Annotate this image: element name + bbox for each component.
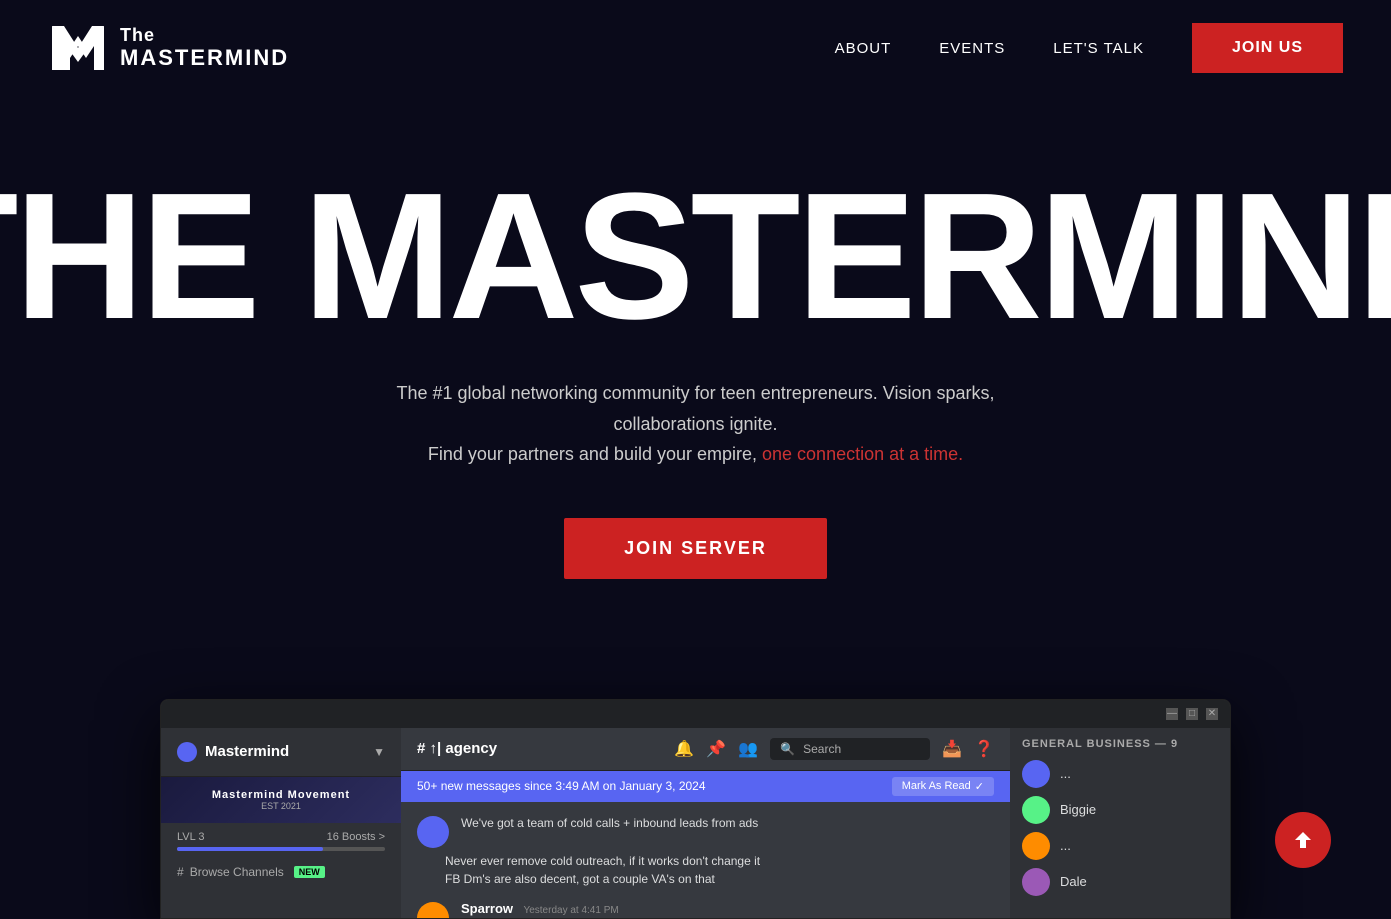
browse-channels-row[interactable]: # Browse Channels NEW	[161, 859, 401, 885]
hero-subtitle: The #1 global networking community for t…	[356, 378, 1036, 470]
server-banner-title: Mastermind Movement	[177, 789, 385, 801]
server-name: Mastermind	[205, 743, 289, 760]
discord-body: Mastermind ▼ Mastermind Movement EST 202…	[161, 728, 1230, 918]
discord-members: GENERAL BUSINESS — 9 ... Biggie ... Dale	[1010, 728, 1230, 918]
avatar	[1022, 868, 1050, 896]
discord-preview: — □ ✕ Mastermind ▼ Mastermind Movement E…	[0, 699, 1391, 919]
hero-title: THE MASTERMIND	[0, 176, 1391, 338]
server-header[interactable]: Mastermind ▼	[161, 728, 401, 777]
member-row: ...	[1010, 756, 1230, 792]
help-icon[interactable]: ❓	[974, 739, 994, 759]
search-label: Search	[803, 742, 841, 756]
members-icon[interactable]: 👥	[738, 739, 758, 759]
new-messages-text: 50+ new messages since 3:49 AM on Januar…	[417, 779, 706, 793]
discord-titlebar: — □ ✕	[161, 700, 1230, 728]
search-icon: 🔍	[780, 742, 795, 756]
hash-icon: #	[177, 865, 184, 879]
message-indent-2: FB Dm's are also decent, got a couple VA…	[401, 870, 1010, 888]
server-icon	[177, 742, 197, 762]
member-name: Dale	[1060, 874, 1087, 889]
message-indent: Never ever remove cold outreach, if it w…	[401, 852, 1010, 870]
message-author: Sparrow	[461, 901, 513, 916]
channel-icons: 🔔 📌 👥 🔍 Search 📥 ❓	[674, 738, 994, 760]
message-content: We've got a team of cold calls + inbound…	[461, 814, 994, 832]
scroll-to-top-button[interactable]	[1275, 812, 1331, 868]
logo-icon	[48, 18, 108, 78]
chat-area: 50+ new messages since 3:49 AM on Januar…	[401, 771, 1010, 918]
chat-message-sparrow: Sparrow Yesterday at 4:41 PM ↩ @Sam We'v…	[401, 896, 1010, 918]
pin-icon[interactable]: 📌	[706, 739, 726, 759]
discord-main: # ↑| agency 🔔 📌 👥 🔍 Search 📥 ❓	[401, 728, 1010, 918]
server-level: LVL 3	[177, 831, 205, 843]
nav-links: ABOUT EVENTS LET'S TALK JOIN US	[835, 23, 1343, 73]
message-content-sparrow: Sparrow Yesterday at 4:41 PM ↩ @Sam We'v…	[461, 900, 994, 918]
member-name: ...	[1060, 838, 1071, 853]
channel-header: # ↑| agency 🔔 📌 👥 🔍 Search 📥 ❓	[401, 728, 1010, 771]
member-row: ...	[1010, 828, 1230, 864]
member-row: Biggie	[1010, 792, 1230, 828]
server-level-row: LVL 3 16 Boosts >	[161, 823, 401, 847]
channel-name: # ↑| agency	[417, 740, 497, 757]
message-text: We've got a team of cold calls + inbound…	[461, 816, 758, 830]
message-time: Yesterday at 4:41 PM	[523, 905, 618, 916]
server-chevron-icon: ▼	[373, 745, 385, 759]
new-badge: NEW	[294, 866, 325, 878]
hero-section: THE MASTERMIND The #1 global networking …	[0, 96, 1391, 639]
logo-the: The	[120, 26, 289, 46]
server-banner: Mastermind Movement EST 2021	[161, 777, 401, 823]
browse-channels-label: Browse Channels	[190, 865, 284, 879]
arrow-up-icon	[1291, 828, 1315, 852]
join-server-button[interactable]: JOIN SERVER	[564, 518, 827, 579]
server-banner-subtitle: EST 2021	[177, 801, 385, 811]
member-name: Biggie	[1060, 802, 1096, 817]
avatar	[417, 902, 449, 918]
mark-read-label: Mark As Read	[902, 780, 971, 792]
discord-search[interactable]: 🔍 Search	[770, 738, 930, 760]
boost-bar-container	[177, 847, 385, 851]
titlebar-minimize[interactable]: —	[1166, 708, 1178, 720]
nav-join-button[interactable]: JOIN US	[1192, 23, 1343, 73]
discord-window: — □ ✕ Mastermind ▼ Mastermind Movement E…	[160, 699, 1231, 919]
member-row: Dale	[1010, 864, 1230, 900]
titlebar-maximize[interactable]: □	[1186, 708, 1198, 720]
new-messages-banner: 50+ new messages since 3:49 AM on Januar…	[401, 771, 1010, 802]
inbox-icon[interactable]: 📥	[942, 739, 962, 759]
hero-accent-text: one connection at a time.	[762, 444, 963, 464]
hero-subtitle-line1: The #1 global networking community for t…	[397, 383, 995, 434]
logo-text: The MASTERMIND	[120, 26, 289, 70]
hero-subtitle-line2: Find your partners and build your empire…	[428, 444, 757, 464]
mark-read-icon: ✓	[975, 780, 984, 793]
mark-as-read-button[interactable]: Mark As Read ✓	[892, 777, 994, 796]
avatar	[1022, 760, 1050, 788]
server-boosts: 16 Boosts >	[327, 831, 385, 843]
member-name: ...	[1060, 766, 1071, 781]
discord-sidebar: Mastermind ▼ Mastermind Movement EST 202…	[161, 728, 401, 918]
navbar: The MASTERMIND ABOUT EVENTS LET'S TALK J…	[0, 0, 1391, 96]
logo-mastermind-text: MASTERMIND	[120, 46, 289, 70]
logo[interactable]: The MASTERMIND	[48, 18, 289, 78]
boost-bar-fill	[177, 847, 323, 851]
chat-message: We've got a team of cold calls + inbound…	[401, 810, 1010, 852]
avatar	[417, 816, 449, 848]
nav-lets-talk[interactable]: LET'S TALK	[1053, 40, 1144, 57]
member-section-header: GENERAL BUSINESS — 9	[1010, 728, 1230, 756]
bell-icon[interactable]: 🔔	[674, 739, 694, 759]
avatar	[1022, 796, 1050, 824]
nav-events[interactable]: EVENTS	[939, 40, 1005, 57]
nav-about[interactable]: ABOUT	[835, 40, 892, 57]
avatar	[1022, 832, 1050, 860]
titlebar-close[interactable]: ✕	[1206, 708, 1218, 720]
